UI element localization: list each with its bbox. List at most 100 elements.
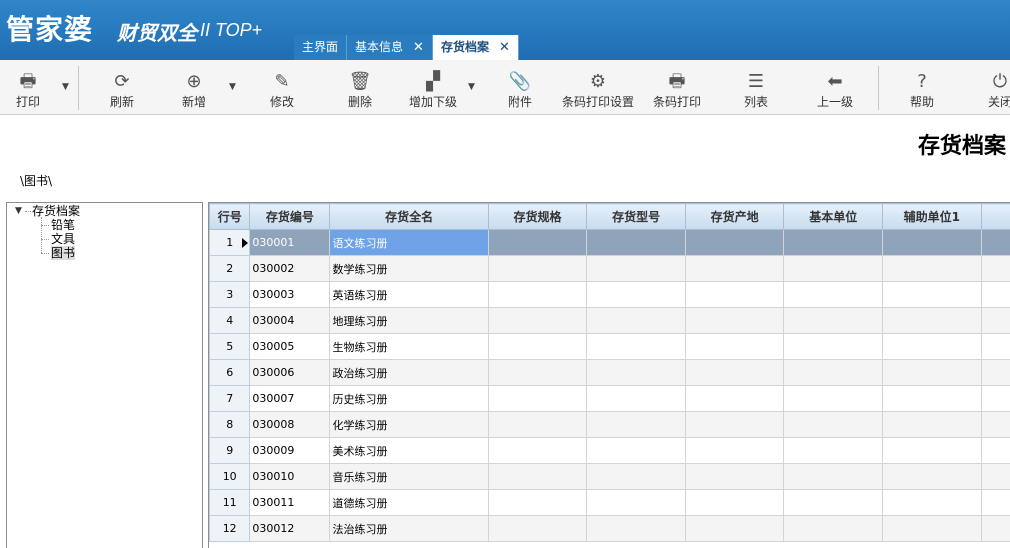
empty-cell[interactable]: [784, 256, 883, 282]
empty-cell[interactable]: [883, 230, 982, 256]
empty-cell[interactable]: [784, 490, 883, 516]
code-cell[interactable]: 030009: [250, 438, 330, 464]
close-button[interactable]: ⏻ 关闭: [980, 60, 1010, 114]
empty-cell[interactable]: [488, 360, 587, 386]
edit-button[interactable]: ✎ 修改: [260, 60, 304, 114]
empty-cell[interactable]: [587, 256, 686, 282]
empty-cell[interactable]: [883, 386, 982, 412]
table-row[interactable]: 8030008化学练习册: [210, 412, 1010, 438]
row-number-cell[interactable]: 7: [210, 386, 250, 412]
row-number-cell[interactable]: 12: [210, 516, 250, 542]
code-cell[interactable]: 030011: [250, 490, 330, 516]
empty-cell[interactable]: [587, 412, 686, 438]
empty-cell[interactable]: [488, 256, 587, 282]
empty-cell[interactable]: [981, 490, 1010, 516]
row-number-cell[interactable]: 9: [210, 438, 250, 464]
add-dropdown-icon[interactable]: ▼: [229, 82, 236, 92]
column-header[interactable]: 存货产地: [685, 204, 784, 230]
empty-cell[interactable]: [685, 438, 784, 464]
close-icon[interactable]: ✕: [499, 35, 510, 60]
name-cell[interactable]: 道德练习册: [330, 490, 488, 516]
empty-cell[interactable]: [883, 438, 982, 464]
empty-cell[interactable]: [883, 412, 982, 438]
code-cell[interactable]: 030007: [250, 386, 330, 412]
barcode-settings-button[interactable]: ⚙ 条码打印设置: [558, 60, 638, 114]
row-number-cell[interactable]: 8: [210, 412, 250, 438]
print-button[interactable]: 🖶 打印: [8, 60, 48, 114]
empty-cell[interactable]: [981, 334, 1010, 360]
column-header[interactable]: 存货编号: [250, 204, 330, 230]
help-button[interactable]: ? 帮助: [900, 60, 944, 114]
barcode-print-button[interactable]: 🖶 条码打印: [648, 60, 706, 114]
empty-cell[interactable]: [883, 490, 982, 516]
code-cell[interactable]: 030012: [250, 516, 330, 542]
code-cell[interactable]: 030004: [250, 308, 330, 334]
empty-cell[interactable]: [587, 438, 686, 464]
code-cell[interactable]: 030002: [250, 256, 330, 282]
empty-cell[interactable]: [685, 516, 784, 542]
table-row[interactable]: 3030003英语练习册: [210, 282, 1010, 308]
tab-inventory-archive[interactable]: 存货档案✕: [433, 35, 519, 60]
name-cell[interactable]: 地理练习册: [330, 308, 488, 334]
close-icon[interactable]: ✕: [413, 35, 424, 60]
table-row[interactable]: 4030004地理练习册: [210, 308, 1010, 334]
columns-button[interactable]: ☰ 列表: [734, 60, 778, 114]
tab-basic-info[interactable]: 基本信息✕: [347, 35, 433, 60]
empty-cell[interactable]: [488, 308, 587, 334]
empty-cell[interactable]: [981, 464, 1010, 490]
empty-cell[interactable]: [981, 438, 1010, 464]
empty-cell[interactable]: [685, 334, 784, 360]
empty-cell[interactable]: [883, 308, 982, 334]
empty-cell[interactable]: [784, 386, 883, 412]
table-row[interactable]: 1030001语文练习册: [210, 230, 1010, 256]
empty-cell[interactable]: [883, 464, 982, 490]
name-cell[interactable]: 法治练习册: [330, 516, 488, 542]
name-cell[interactable]: 英语练习册: [330, 282, 488, 308]
add-button[interactable]: ⊕ 新增: [172, 60, 216, 114]
empty-cell[interactable]: [981, 516, 1010, 542]
row-number-cell[interactable]: 6: [210, 360, 250, 386]
row-number-cell[interactable]: 2: [210, 256, 250, 282]
row-number-cell[interactable]: 5: [210, 334, 250, 360]
row-number-cell[interactable]: 1: [210, 230, 250, 256]
name-cell[interactable]: 语文练习册: [330, 230, 488, 256]
empty-cell[interactable]: [784, 516, 883, 542]
empty-cell[interactable]: [981, 230, 1010, 256]
table-row[interactable]: 6030006政治练习册: [210, 360, 1010, 386]
row-number-cell[interactable]: 3: [210, 282, 250, 308]
name-cell[interactable]: 生物练习册: [330, 334, 488, 360]
empty-cell[interactable]: [784, 230, 883, 256]
empty-cell[interactable]: [883, 360, 982, 386]
empty-cell[interactable]: [587, 282, 686, 308]
chevron-down-icon[interactable]: ▼: [15, 206, 22, 216]
empty-cell[interactable]: [587, 230, 686, 256]
empty-cell[interactable]: [587, 516, 686, 542]
empty-cell[interactable]: [685, 490, 784, 516]
row-number-cell[interactable]: 10: [210, 464, 250, 490]
name-cell[interactable]: 化学练习册: [330, 412, 488, 438]
empty-cell[interactable]: [488, 412, 587, 438]
empty-cell[interactable]: [784, 308, 883, 334]
name-cell[interactable]: 美术练习册: [330, 438, 488, 464]
empty-cell[interactable]: [784, 360, 883, 386]
print-dropdown-icon[interactable]: ▼: [62, 82, 69, 92]
refresh-button[interactable]: ⟳ 刷新: [100, 60, 144, 114]
empty-cell[interactable]: [685, 360, 784, 386]
code-cell[interactable]: 030006: [250, 360, 330, 386]
empty-cell[interactable]: [488, 438, 587, 464]
table-row[interactable]: 2030002数学练习册: [210, 256, 1010, 282]
empty-cell[interactable]: [587, 308, 686, 334]
empty-cell[interactable]: [488, 516, 587, 542]
empty-cell[interactable]: [883, 334, 982, 360]
name-cell[interactable]: 历史练习册: [330, 386, 488, 412]
empty-cell[interactable]: [685, 282, 784, 308]
empty-cell[interactable]: [784, 412, 883, 438]
empty-cell[interactable]: [784, 334, 883, 360]
code-cell[interactable]: 030003: [250, 282, 330, 308]
empty-cell[interactable]: [981, 308, 1010, 334]
empty-cell[interactable]: [488, 334, 587, 360]
table-row[interactable]: 7030007历史练习册: [210, 386, 1010, 412]
code-cell[interactable]: 030001: [250, 230, 330, 256]
column-header[interactable]: 存货规格: [488, 204, 587, 230]
name-cell[interactable]: 音乐练习册: [330, 464, 488, 490]
